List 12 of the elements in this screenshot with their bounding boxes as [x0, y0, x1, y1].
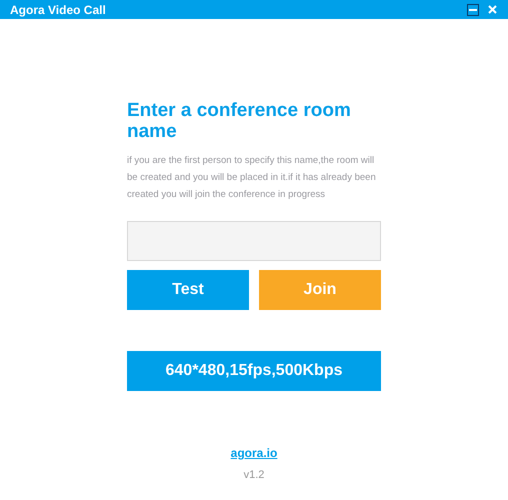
video-profile-button[interactable]: 640*480,15fps,500Kbps: [127, 351, 381, 391]
close-button[interactable]: [487, 4, 498, 15]
test-button[interactable]: Test: [127, 270, 249, 310]
version-label: v1.2: [244, 468, 264, 483]
minimize-button[interactable]: [467, 4, 479, 16]
room-name-field[interactable]: [127, 221, 381, 261]
close-icon: [488, 5, 497, 14]
join-button[interactable]: Join: [259, 270, 381, 310]
website-link[interactable]: agora.io: [230, 444, 278, 462]
window-title: Agora Video Call: [10, 2, 107, 18]
description: if you are the first person to specify this name,the room will be created and you will be placed in it.if it has already been created you will join the conference in progress: [127, 154, 377, 202]
heading: Enter a conference room name: [127, 100, 352, 142]
